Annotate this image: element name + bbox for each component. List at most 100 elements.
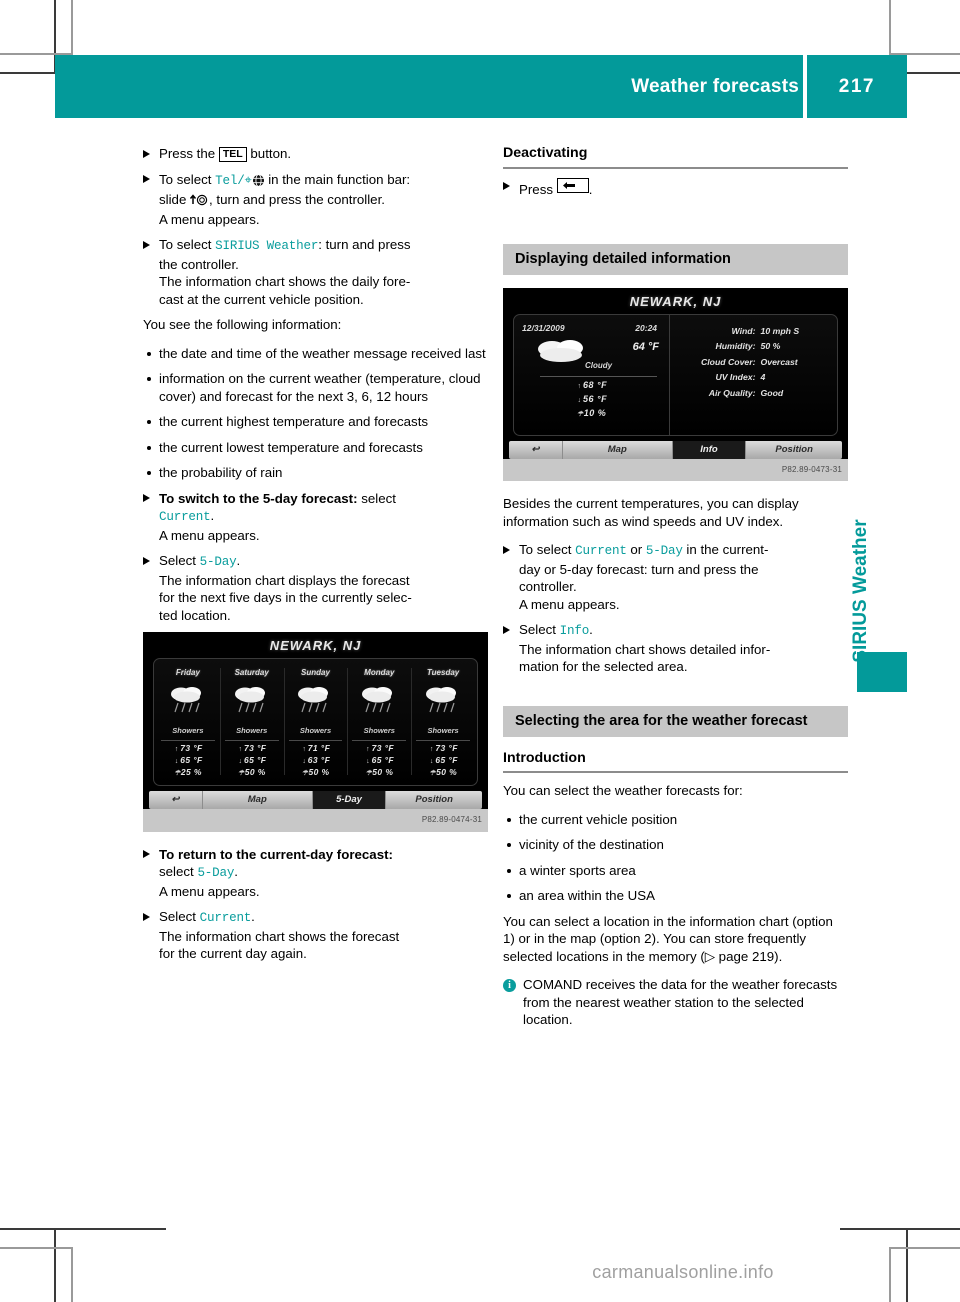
step-text-post: . xyxy=(589,622,593,637)
step-text-post: in the current- xyxy=(682,542,769,557)
bullet-dot-icon xyxy=(147,471,151,475)
day-name: Friday xyxy=(175,667,200,677)
screen-content-5day: Friday Showers ↑ 73 °F ↓ 65 °F ☂25 % Satur… xyxy=(153,657,478,786)
info-button[interactable]: Info xyxy=(672,440,747,459)
step-sub-line: A menu appears. xyxy=(519,596,620,612)
high-temp: 73 °F xyxy=(371,743,394,753)
detail-label: Cloud Cover: xyxy=(700,356,756,367)
watermark: carmanualsonline.info xyxy=(592,1262,774,1282)
detail-value: 4 xyxy=(760,372,766,382)
bullet-dot-icon xyxy=(507,894,511,898)
day-rain: ☂50 % xyxy=(220,767,284,779)
detail-low: ↓ 56 °F xyxy=(520,393,663,407)
day-name: Monday xyxy=(364,667,395,677)
low-temp: 65 °F xyxy=(180,755,203,765)
crop-mark-bottom-right-h2 xyxy=(889,1247,960,1249)
step-sub-line: The information chart displays the forec… xyxy=(159,572,410,588)
step-sub-line: day or 5-day forecast: turn and press th… xyxy=(519,561,759,577)
list-item: information on the current weather (temp… xyxy=(143,370,488,405)
step-sub-line: select 5-Day. xyxy=(159,863,488,883)
list-item: the current lowest temperature and forec… xyxy=(143,439,488,457)
triangle-bullet-icon xyxy=(143,850,150,858)
step-sub-line: mation for the selected area. xyxy=(519,659,688,674)
right-column: Deactivating Press . Displaying detailed… xyxy=(503,145,848,1029)
tel-key-icon: TEL xyxy=(218,147,247,162)
comand-menu-bar-5day[interactable]: ↩ Map 5-Day Position xyxy=(149,791,482,809)
low-temp: 65 °F xyxy=(243,755,267,765)
crop-mark-bottom-left-h2 xyxy=(0,1247,72,1249)
step-sub-line: A menu appears. xyxy=(159,211,260,227)
day-condition: Showers xyxy=(416,722,470,741)
high-temp: 73 °F xyxy=(435,743,458,753)
map-button[interactable]: Map xyxy=(563,440,673,459)
triangle-bullet-icon xyxy=(503,625,510,634)
side-tab-marker xyxy=(857,652,907,692)
crop-mark-bottom-right-v2 xyxy=(889,1247,891,1302)
umbrella-icon: ☂ xyxy=(301,770,309,777)
day-low: ↓ 65 °F xyxy=(347,755,411,767)
arrow-up-icon: ↑ xyxy=(577,382,582,390)
day-low: ↓ 65 °F xyxy=(411,755,475,767)
heading-introduction: Introduction xyxy=(503,750,848,773)
forecast-day: Sunday Showers ↑ 71 °F ↓ 63 °F ☂50 % xyxy=(283,664,348,780)
comand-screen-5day: NEWARK, NJ Friday Showers ↑ 73 °F ↓ 65 °F … xyxy=(143,632,488,809)
list-item: the current vehicle position xyxy=(503,811,848,829)
triangle-bullet-icon xyxy=(503,545,510,554)
info-note: i COMAND receives the data for the weath… xyxy=(503,976,848,1029)
list-item: the probability of rain xyxy=(143,464,488,482)
arrow-down-icon: ↓ xyxy=(366,758,371,765)
forecast-day: Tuesday Showers ↑ 73 °F ↓ 65 °F ☂50 % xyxy=(411,664,475,780)
arrow-down-icon: ↓ xyxy=(238,758,243,765)
detail-value: Overcast xyxy=(760,356,798,367)
detail-grid: 12/31/2009 20:24 64 °F Cloudy ↑ 68 °F ↓ 56… xyxy=(514,314,837,435)
page-title: Weather forecasts xyxy=(631,75,799,97)
menu-item-current: Current xyxy=(575,544,627,558)
menu-item-sirius-weather: SIRIUS Weather xyxy=(215,239,319,253)
day-rain: ☂50 % xyxy=(411,767,475,779)
detail-value: 50 % xyxy=(760,341,781,351)
step-text-pre: select xyxy=(159,864,198,879)
list-item-label: the current lowest temperature and forec… xyxy=(159,439,423,455)
back-button[interactable]: ↩ xyxy=(149,791,203,809)
map-button[interactable]: Map xyxy=(203,791,313,809)
step-select-5day: Select 5-Day. The information chart disp… xyxy=(143,552,488,624)
back-button[interactable]: ↩ xyxy=(509,440,563,459)
step-text-post: . xyxy=(251,909,255,924)
arrow-up-icon: ↑ xyxy=(302,746,307,753)
list-item-label: the current vehicle position xyxy=(519,811,678,827)
figure-caption: P82.89-0473-31 xyxy=(781,464,842,474)
rain-prob: 10 % xyxy=(583,407,607,418)
day-high: ↑ 73 °F xyxy=(347,743,411,755)
screenshot-5day-forecast: NEWARK, NJ Friday Showers ↑ 73 °F ↓ 65 °F … xyxy=(143,632,488,832)
high-temp: 68 °F xyxy=(582,379,608,390)
high-temp: 73 °F xyxy=(243,743,267,753)
globe-icon xyxy=(251,173,265,192)
5day-button[interactable]: 5-Day xyxy=(312,791,387,809)
step-text-post: select xyxy=(357,490,396,506)
bullet-dot-icon xyxy=(147,377,151,381)
detail-value: 10 mph S xyxy=(760,325,800,336)
step-text-post: . xyxy=(588,181,593,197)
step-press-back: Press . xyxy=(503,177,848,199)
paragraph-selecting-area: You can select a location in the informa… xyxy=(503,913,833,964)
showers-icon xyxy=(234,687,265,713)
menu-item-5day: 5-Day xyxy=(197,866,235,880)
comand-menu-bar-detail[interactable]: ↩ Map Info Position xyxy=(509,440,842,459)
position-button[interactable]: Position xyxy=(746,441,842,459)
forecast-day: Monday Showers ↑ 73 °F ↓ 65 °F ☂50 % xyxy=(347,664,411,780)
position-button[interactable]: Position xyxy=(386,791,482,809)
bullet-dot-icon xyxy=(507,843,511,847)
step-sub-line: The information chart shows the daily fo… xyxy=(159,274,411,289)
step-text-pre: Select xyxy=(519,622,560,637)
detail-row: Air Quality: Good xyxy=(676,386,831,402)
low-temp: 65 °F xyxy=(435,755,458,765)
showers-icon xyxy=(362,687,393,713)
triangle-bullet-icon xyxy=(143,556,150,565)
list-item-label: the current highest temperature and fore… xyxy=(159,414,429,429)
heading-displaying-detailed-information: Displaying detailed information xyxy=(503,244,848,275)
step-text-post: . xyxy=(236,553,241,568)
info-icon: i xyxy=(503,978,516,992)
forecast-day: Friday Showers ↑ 73 °F ↓ 65 °F ☂25 % xyxy=(156,664,220,780)
step-text-post: button. xyxy=(246,146,292,161)
umbrella-icon: ☂ xyxy=(174,770,181,777)
